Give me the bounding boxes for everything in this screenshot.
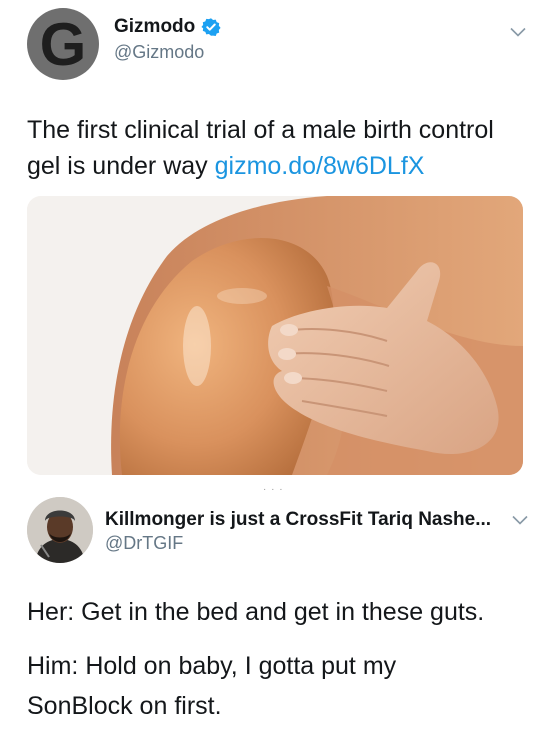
avatar-letter: G [39,11,87,78]
chevron-down-icon[interactable] [510,27,526,37]
quote-handle[interactable]: @DrTGIF [105,533,183,554]
person-avatar-icon [27,497,93,563]
quote-display-name[interactable]: Killmonger is just a CrossFit Tariq Nash… [105,509,491,531]
gizmodo-handle[interactable]: @Gizmodo [114,42,204,63]
chevron-down-icon[interactable] [512,515,528,525]
verified-icon [201,18,221,36]
gizmodo-tweet: G Gizmodo @Gizmodo The first clinical tr… [0,0,550,490]
divider-dots: · · · [263,484,284,495]
gizmodo-name-row[interactable]: Gizmodo [114,16,221,38]
quote-text-line-2: Him: Hold on baby, I gotta put my [27,652,397,680]
quote-text-line-3: SonBlock on first. [27,692,222,720]
display-name[interactable]: Gizmodo [114,16,195,38]
shoulder-photo [27,196,523,475]
tweet-text: The first clinical trial of a male birth… [27,112,527,184]
quote-text-line-1: Her: Get in the bed and get in these gut… [27,598,485,626]
gizmodo-avatar[interactable]: G [27,8,99,80]
tweet-media[interactable] [27,196,523,475]
tweet-link[interactable]: gizmo.do/8w6DLfX [215,152,425,180]
drtgif-avatar[interactable] [27,497,93,563]
